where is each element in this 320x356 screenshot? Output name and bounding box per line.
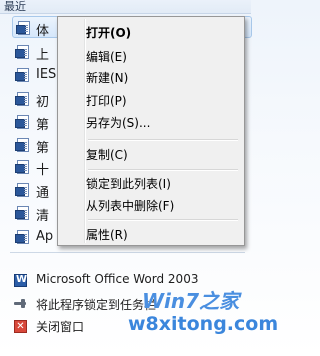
recent-item-2[interactable]: 上 [0, 41, 60, 63]
task-label: 将此程序锁定到任务栏 [36, 298, 157, 312]
recent-item-label: Ap [36, 229, 54, 244]
menu-item-save-as[interactable]: 另存为(S)... [86, 114, 150, 131]
close-icon: ✕ [14, 320, 27, 333]
word-document-icon [15, 92, 29, 106]
menu-item-edit[interactable]: 编辑(E) [86, 48, 127, 65]
menu-item-open[interactable]: 打开(O) [86, 24, 131, 41]
recent-item-9[interactable]: 清 [0, 202, 60, 224]
menu-item-properties[interactable]: 属性(R) [86, 226, 128, 243]
pin-icon [14, 299, 26, 308]
recent-item-label: 初 [36, 95, 50, 110]
word-document-icon [15, 138, 29, 152]
word-document-icon [15, 206, 29, 220]
word-document-icon [16, 21, 30, 35]
task-label: 关闭窗口 [36, 320, 85, 334]
word-icon: W [14, 274, 28, 287]
recent-item-10[interactable]: Ap [0, 226, 60, 248]
menu-item-copy[interactable]: 复制(C) [86, 146, 128, 163]
recent-item-label: 清 [36, 209, 50, 224]
recent-item-label: 通 [36, 186, 50, 201]
watermark-logo: Win7之家 [142, 289, 240, 313]
recent-item-7[interactable]: 十 [0, 156, 60, 178]
recent-item-6[interactable]: 第 [0, 134, 60, 156]
watermark-url: w8xitong.com [128, 313, 279, 335]
task-label: Microsoft Office Word 2003 [36, 272, 199, 286]
recent-item-label: 体 [36, 24, 50, 39]
recent-item-4[interactable]: 初 [0, 88, 60, 110]
recent-header: 最近 [0, 0, 251, 14]
recent-item-label: 上 [36, 48, 50, 63]
word-document-icon [15, 183, 29, 197]
recent-item-label: 第 [36, 118, 50, 133]
menu-item-print[interactable]: 打印(P) [86, 92, 127, 109]
recent-item-label: IES [36, 67, 57, 82]
word-document-icon [15, 68, 29, 82]
menu-item-lock-to-list[interactable]: 锁定到此列表(I) [86, 175, 171, 192]
menu-item-remove-from-list[interactable]: 从列表中删除(F) [86, 197, 174, 214]
menu-separator [88, 139, 238, 141]
task-separator [10, 252, 245, 253]
word-document-icon [15, 230, 29, 244]
recent-item-3[interactable]: IES [0, 64, 60, 86]
word-document-icon [15, 160, 29, 174]
menu-item-new[interactable]: 新建(N) [86, 69, 128, 86]
recent-item-8[interactable]: 通 [0, 179, 60, 201]
recent-header-label: 最近 [4, 0, 26, 13]
word-document-icon [15, 115, 29, 129]
word-document-icon [15, 45, 29, 59]
menu-separator [88, 169, 238, 171]
recent-item-label: 十 [36, 163, 50, 178]
context-menu: 打开(O) 编辑(E) 新建(N) 打印(P) 另存为(S)... 复制(C) … [57, 16, 245, 246]
recent-item-5[interactable]: 第 [0, 111, 60, 133]
menu-separator [88, 219, 238, 221]
recent-item-label: 第 [36, 141, 50, 156]
